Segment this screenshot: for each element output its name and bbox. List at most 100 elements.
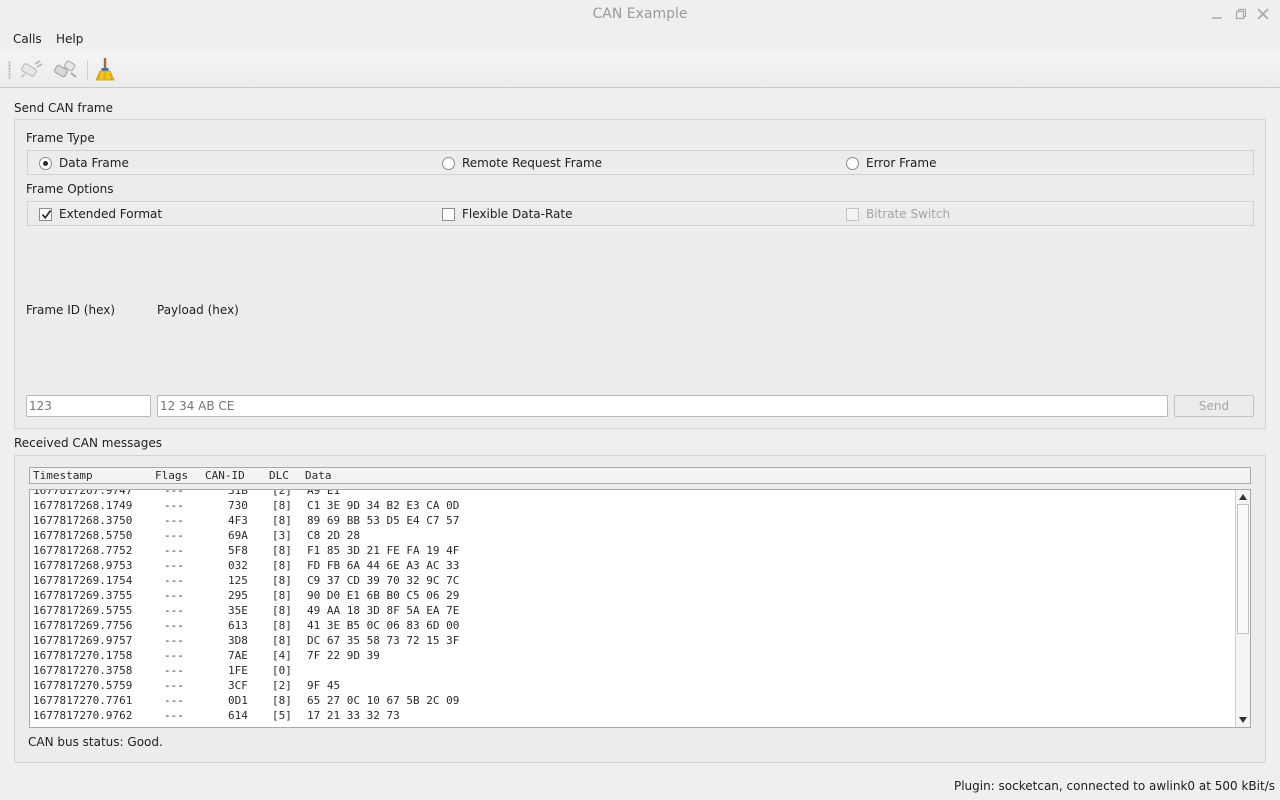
checkbox-flexible-data-rate[interactable]: Flexible Data-Rate — [442, 202, 573, 226]
cell-data: F1 85 3D 21 FE FA 19 4F — [307, 544, 460, 557]
menu-calls[interactable]: Calls — [13, 32, 42, 46]
frame-id-label: Frame ID (hex) — [26, 303, 116, 317]
cell-timestamp: 1677817270.7761 — [33, 694, 133, 707]
cell-can-id: 614 — [228, 709, 248, 722]
cell-dlc: [2] — [272, 679, 292, 692]
checkbox-brs-indicator — [846, 207, 859, 221]
restore-icon[interactable] — [1234, 7, 1248, 21]
cell-dlc: [0] — [272, 664, 292, 677]
header-timestamp[interactable]: Timestamp — [33, 469, 93, 482]
table-row[interactable]: 1677817270.5759 --- 3CF [2] 9F 45 — [30, 678, 1235, 693]
log-scrollbar[interactable] — [1235, 490, 1250, 727]
bus-status: CAN bus status: Good. — [28, 735, 163, 749]
toolbar-separator — [87, 60, 88, 80]
menu-help[interactable]: Help — [56, 32, 83, 46]
table-row[interactable]: 1677817269.9757 --- 3D8 [8] DC 67 35 58 73 7… — [30, 633, 1235, 648]
cell-timestamp: 1677817268.3750 — [33, 514, 133, 527]
send-group-box: Frame Type Data Frame Remote Request Fra… — [14, 119, 1266, 429]
table-row[interactable]: 1677817268.5750 --- 69A [3] C8 2D 28 — [30, 528, 1235, 543]
radio-data-frame-indicator[interactable] — [39, 156, 52, 170]
minimize-icon[interactable] — [1210, 7, 1224, 21]
cell-dlc: [5] — [272, 709, 292, 722]
cell-flags: --- — [164, 694, 184, 707]
cell-timestamp: 1677817268.5750 — [33, 529, 133, 542]
cell-data: 9F 45 — [307, 679, 341, 692]
cell-flags: --- — [164, 634, 184, 647]
toolbar-grip[interactable] — [8, 61, 11, 79]
checkbox-extended-format[interactable]: Extended Format — [39, 202, 162, 226]
cell-can-id: 1FE — [228, 664, 248, 677]
table-row[interactable]: 1677817269.1754 --- 125 [8] C9 37 CD 39 70 3… — [30, 573, 1235, 588]
checkbox-brs-label: Bitrate Switch — [866, 207, 951, 221]
table-row[interactable]: 1677817267.9747 --- 31B [2] A9 E1 — [30, 489, 1235, 498]
scroll-thumb[interactable] — [1237, 504, 1249, 634]
radio-data-frame[interactable]: Data Frame — [39, 151, 129, 175]
received-group-title: Received CAN messages — [14, 436, 162, 450]
scroll-up-icon[interactable] — [1239, 494, 1247, 500]
cell-timestamp: 1677817269.5755 — [33, 604, 133, 617]
cell-flags: --- — [164, 559, 184, 572]
cell-flags: --- — [164, 499, 184, 512]
received-messages-log[interactable]: 1677817267.9747 --- 31B [2] A9 E1 1677817268.… — [29, 489, 1251, 728]
header-can-id[interactable]: CAN-ID — [205, 469, 245, 482]
cell-data: 49 AA 18 3D 8F 5A EA 7E — [307, 604, 460, 617]
radio-error-frame[interactable]: Error Frame — [846, 151, 936, 175]
radio-error-frame-indicator[interactable] — [846, 156, 859, 170]
table-row[interactable]: 1677817268.1749 --- 730 [8] C1 3E 9D 34 B2 E… — [30, 498, 1235, 513]
checkbox-bitrate-switch: Bitrate Switch — [846, 202, 950, 226]
frame-type-title: Frame Type — [26, 131, 95, 145]
log-rows: 1677817267.9747 --- 31B [2] A9 E1 1677817268.… — [30, 489, 1235, 723]
table-row[interactable]: 1677817270.9762 --- 614 [5] 17 21 33 32 73 — [30, 708, 1235, 723]
table-row[interactable]: 1677817270.7761 --- 0D1 [8] 65 27 0C 10 67 5… — [30, 693, 1235, 708]
cell-data: 17 21 33 32 73 — [307, 709, 400, 722]
cell-flags: --- — [164, 709, 184, 722]
cell-flags: --- — [164, 619, 184, 632]
cell-data: 65 27 0C 10 67 5B 2C 09 — [307, 694, 460, 707]
cell-can-id: 3D8 — [228, 634, 248, 647]
checkbox-fdr-indicator[interactable] — [442, 207, 455, 221]
cell-timestamp: 1677817269.1754 — [33, 574, 133, 587]
table-row[interactable]: 1677817268.7752 --- 5F8 [8] F1 85 3D 21 FE F… — [30, 543, 1235, 558]
window-title: CAN Example — [592, 6, 688, 22]
header-flags[interactable]: Flags — [155, 469, 188, 482]
plug-disconnect-icon[interactable] — [52, 56, 78, 82]
cell-can-id: 3CF — [228, 679, 248, 692]
table-row[interactable]: 1677817270.3758 --- 1FE [0] — [30, 663, 1235, 678]
table-row[interactable]: 1677817269.5755 --- 35E [8] 49 AA 18 3D 8F 5… — [30, 603, 1235, 618]
table-row[interactable]: 1677817268.9753 --- 032 [8] FD FB 6A 44 6E A… — [30, 558, 1235, 573]
table-row[interactable]: 1677817269.3755 --- 295 [8] 90 D0 E1 6B B0 C… — [30, 588, 1235, 603]
cell-data: A9 E1 — [307, 489, 341, 497]
cell-timestamp: 1677817268.9753 — [33, 559, 133, 572]
payload-input[interactable] — [157, 395, 1168, 417]
header-data[interactable]: Data — [305, 469, 332, 482]
cell-dlc: [8] — [272, 634, 292, 647]
frame-id-input[interactable] — [26, 395, 151, 417]
table-row[interactable]: 1677817269.7756 --- 613 [8] 41 3E B5 0C 06 8… — [30, 618, 1235, 633]
checkbox-extended-indicator[interactable] — [39, 207, 52, 221]
radio-remote-request-frame[interactable]: Remote Request Frame — [442, 151, 602, 175]
cell-data: FD FB 6A 44 6E A3 AC 33 — [307, 559, 460, 572]
cell-flags: --- — [164, 529, 184, 542]
cell-can-id: 69A — [228, 529, 248, 542]
cell-dlc: [8] — [272, 619, 292, 632]
table-row[interactable]: 1677817270.1758 --- 7AE [4] 7F 22 9D 39 — [30, 648, 1235, 663]
cell-can-id: 5F8 — [228, 544, 248, 557]
scroll-down-icon[interactable] — [1239, 717, 1247, 723]
window-titlebar: CAN Example — [0, 0, 1280, 28]
cell-data: 89 69 BB 53 D5 E4 C7 57 — [307, 514, 460, 527]
table-row[interactable]: 1677817268.3750 --- 4F3 [8] 89 69 BB 53 D5 E… — [30, 513, 1235, 528]
header-dlc[interactable]: DLC — [269, 469, 289, 482]
cell-data: C9 37 CD 39 70 32 9C 7C — [307, 574, 460, 587]
broom-clear-icon[interactable] — [92, 56, 118, 82]
frame-options-title: Frame Options — [26, 182, 114, 196]
close-icon[interactable] — [1256, 7, 1270, 21]
cell-timestamp: 1677817269.3755 — [33, 589, 133, 602]
cell-dlc: [4] — [272, 649, 292, 662]
cell-dlc: [2] — [272, 489, 292, 497]
cell-dlc: [8] — [272, 574, 292, 587]
cell-can-id: 7AE — [228, 649, 248, 662]
radio-remote-request-indicator[interactable] — [442, 156, 455, 170]
cell-timestamp: 1677817267.9747 — [33, 489, 133, 497]
plug-connect-icon[interactable] — [18, 56, 44, 82]
cell-timestamp: 1677817270.1758 — [33, 649, 133, 662]
